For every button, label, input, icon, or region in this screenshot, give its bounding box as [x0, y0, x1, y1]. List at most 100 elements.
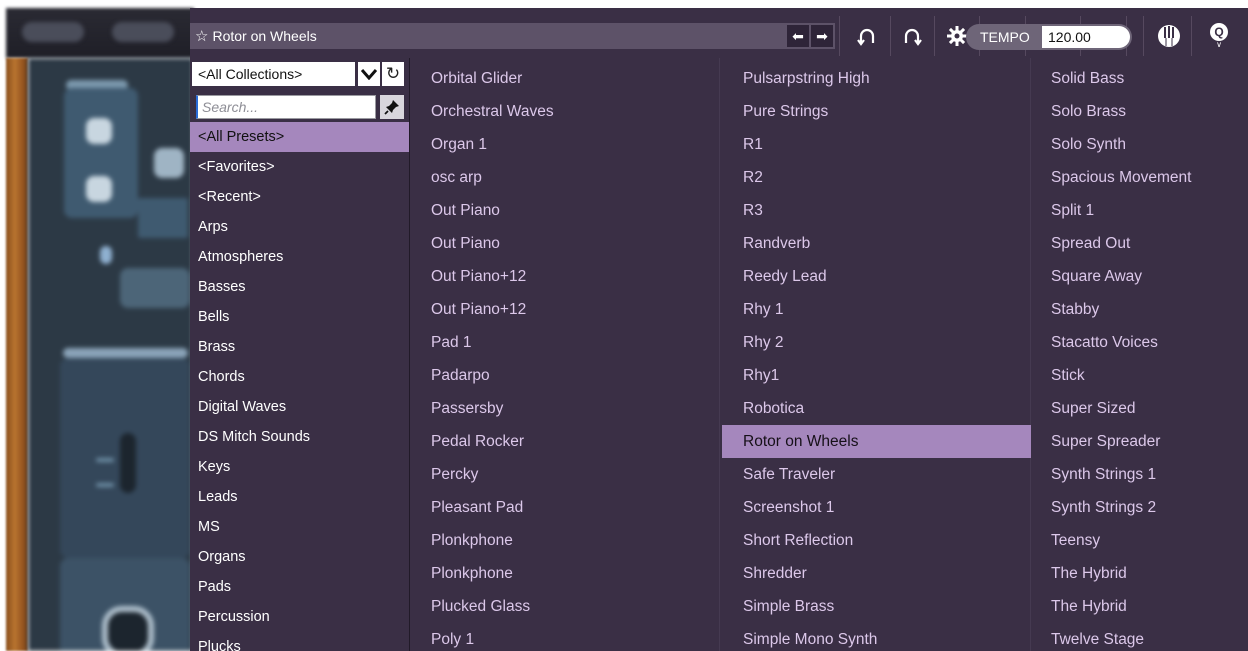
- preset-item-selected[interactable]: Rotor on Wheels: [722, 425, 1031, 458]
- collection-item[interactable]: Chords: [190, 362, 410, 392]
- preset-item[interactable]: R2: [722, 161, 1031, 194]
- collection-item[interactable]: Brass: [190, 332, 410, 362]
- collection-item[interactable]: Arps: [190, 212, 410, 242]
- collection-item[interactable]: <All Presets>: [190, 122, 410, 152]
- preset-column-1: Orbital Glider Orchestral Waves Organ 1 osc…: [410, 62, 719, 651]
- redo-button[interactable]: [897, 22, 927, 50]
- collection-item[interactable]: Bells: [190, 302, 410, 332]
- undo-icon: [857, 28, 875, 46]
- preset-item[interactable]: R3: [722, 194, 1031, 227]
- preset-item[interactable]: Short Reflection: [722, 524, 1031, 557]
- collection-select[interactable]: <All Collections>: [192, 62, 355, 86]
- preset-item[interactable]: Organ 1: [410, 128, 719, 161]
- collections-panel: <All Collections> ↻ <All Presets><Favori…: [190, 58, 410, 651]
- toolbar-divider: [934, 16, 935, 56]
- preset-item[interactable]: R1: [722, 128, 1031, 161]
- preset-item[interactable]: Plonkphone: [410, 557, 719, 590]
- preset-item[interactable]: osc arp: [410, 161, 719, 194]
- preset-item[interactable]: Solo Brass: [1030, 95, 1248, 128]
- next-preset-button[interactable]: ➡: [811, 25, 833, 47]
- collection-item[interactable]: <Recent>: [190, 182, 410, 212]
- preset-item[interactable]: Orbital Glider: [410, 62, 719, 95]
- pin-button[interactable]: [380, 95, 404, 119]
- preset-item[interactable]: Stacatto Voices: [1030, 326, 1248, 359]
- gear-icon: [947, 26, 967, 46]
- piano-keys-icon: [1158, 25, 1180, 47]
- main-menu-button[interactable]: Q ∨: [1204, 22, 1234, 50]
- preset-item[interactable]: Out Piano: [410, 194, 719, 227]
- preset-item[interactable]: Solid Bass: [1030, 62, 1248, 95]
- preset-item[interactable]: Simple Mono Synth: [722, 623, 1031, 651]
- tempo-value-field[interactable]: 120.00: [1042, 26, 1130, 48]
- refresh-button[interactable]: ↻: [382, 62, 404, 86]
- collection-item[interactable]: Keys: [190, 452, 410, 482]
- tempo-control[interactable]: TEMPO 120.00: [966, 24, 1132, 50]
- pin-icon: [384, 100, 399, 115]
- star-icon[interactable]: ☆: [195, 27, 208, 45]
- preset-item[interactable]: Stick: [1030, 359, 1248, 392]
- preset-item[interactable]: Robotica: [722, 392, 1031, 425]
- previous-preset-button[interactable]: ⬅: [787, 25, 809, 47]
- preset-item[interactable]: Split 1: [1030, 194, 1248, 227]
- preset-item[interactable]: Pleasant Pad: [410, 491, 719, 524]
- collection-item[interactable]: Atmospheres: [190, 242, 410, 272]
- preset-item[interactable]: Out Piano+12: [410, 293, 719, 326]
- search-input[interactable]: [196, 95, 376, 119]
- background-pill: [112, 22, 174, 42]
- preset-title-field[interactable]: ☆ Rotor on Wheels: [190, 23, 835, 49]
- collection-item[interactable]: <Favorites>: [190, 152, 410, 182]
- collection-item[interactable]: DS Mitch Sounds: [190, 422, 410, 452]
- preset-item[interactable]: Padarpo: [410, 359, 719, 392]
- preset-item[interactable]: Screenshot 1: [722, 491, 1031, 524]
- preset-item[interactable]: Reedy Lead: [722, 260, 1031, 293]
- collection-item[interactable]: Organs: [190, 542, 410, 572]
- preset-item[interactable]: Synth Strings 1: [1030, 458, 1248, 491]
- collection-dropdown-button[interactable]: [358, 62, 380, 86]
- collection-item[interactable]: Basses: [190, 272, 410, 302]
- preset-item[interactable]: Twelve Stage: [1030, 623, 1248, 651]
- preset-item[interactable]: The Hybrid: [1030, 557, 1248, 590]
- preset-item[interactable]: Stabby: [1030, 293, 1248, 326]
- toolbar-divider: [1143, 16, 1144, 56]
- preset-item[interactable]: Safe Traveler: [722, 458, 1031, 491]
- preset-column-2: Pulsarpstring High Pure Strings R1 R2 R3 Rand…: [722, 62, 1031, 651]
- preset-item[interactable]: Teensy: [1030, 524, 1248, 557]
- tempo-label: TEMPO: [980, 29, 1030, 45]
- preset-item[interactable]: Solo Synth: [1030, 128, 1248, 161]
- keyboard-button[interactable]: [1154, 22, 1184, 50]
- preset-item[interactable]: Synth Strings 2: [1030, 491, 1248, 524]
- preset-item[interactable]: Simple Brass: [722, 590, 1031, 623]
- preset-item[interactable]: Super Spreader: [1030, 425, 1248, 458]
- preset-item[interactable]: Pulsarpstring High: [722, 62, 1031, 95]
- collection-item[interactable]: Digital Waves: [190, 392, 410, 422]
- preset-item[interactable]: Rhy 1: [722, 293, 1031, 326]
- preset-item[interactable]: Rhy1: [722, 359, 1031, 392]
- preset-item[interactable]: Passersby: [410, 392, 719, 425]
- preset-item[interactable]: Orchestral Waves: [410, 95, 719, 128]
- preset-item[interactable]: Randverb: [722, 227, 1031, 260]
- preset-item[interactable]: Plucked Glass: [410, 590, 719, 623]
- preset-title: Rotor on Wheels: [212, 28, 317, 44]
- preset-item[interactable]: Rhy 2: [722, 326, 1031, 359]
- preset-item[interactable]: Percky: [410, 458, 719, 491]
- collection-list: <All Presets> <Favorites> <Recent> Arps Atmo…: [190, 122, 410, 651]
- preset-item[interactable]: Out Piano: [410, 227, 719, 260]
- preset-item[interactable]: Pure Strings: [722, 95, 1031, 128]
- collection-item[interactable]: MS: [190, 512, 410, 542]
- collection-item[interactable]: Pads: [190, 572, 410, 602]
- collection-item[interactable]: Plucks: [190, 632, 410, 651]
- preset-item[interactable]: Pad 1: [410, 326, 719, 359]
- preset-item[interactable]: Out Piano+12: [410, 260, 719, 293]
- preset-item[interactable]: The Hybrid: [1030, 590, 1248, 623]
- preset-item[interactable]: Spacious Movement: [1030, 161, 1248, 194]
- preset-item[interactable]: Pedal Rocker: [410, 425, 719, 458]
- preset-item[interactable]: Square Away: [1030, 260, 1248, 293]
- undo-button[interactable]: [852, 22, 882, 50]
- preset-item[interactable]: Shredder: [722, 557, 1031, 590]
- preset-item[interactable]: Super Sized: [1030, 392, 1248, 425]
- preset-item[interactable]: Plonkphone: [410, 524, 719, 557]
- preset-item[interactable]: Spread Out: [1030, 227, 1248, 260]
- preset-item[interactable]: Poly 1: [410, 623, 719, 651]
- collection-item[interactable]: Leads: [190, 482, 410, 512]
- collection-item[interactable]: Percussion: [190, 602, 410, 632]
